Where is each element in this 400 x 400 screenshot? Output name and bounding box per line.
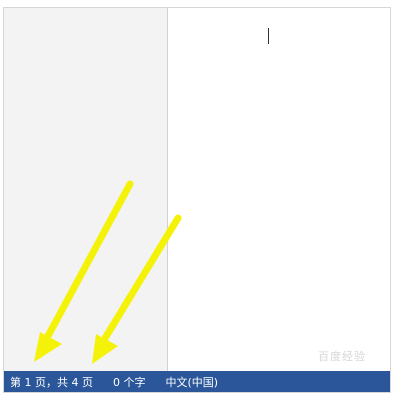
word-window: 百度经验 第 1 页，共 4 页 0 个字 中文(中国) [3, 7, 391, 393]
document-page[interactable]: 百度经验 [168, 8, 390, 372]
watermark-logo: 百度经验 [318, 350, 366, 363]
page-count-indicator[interactable]: 第 1 页，共 4 页 [10, 374, 93, 390]
status-bar: 第 1 页，共 4 页 0 个字 中文(中国) [4, 371, 390, 392]
text-cursor [268, 28, 269, 44]
word-count-indicator[interactable]: 0 个字 [113, 374, 146, 390]
language-indicator[interactable]: 中文(中国) [165, 374, 218, 390]
navigation-pane[interactable] [4, 8, 168, 372]
